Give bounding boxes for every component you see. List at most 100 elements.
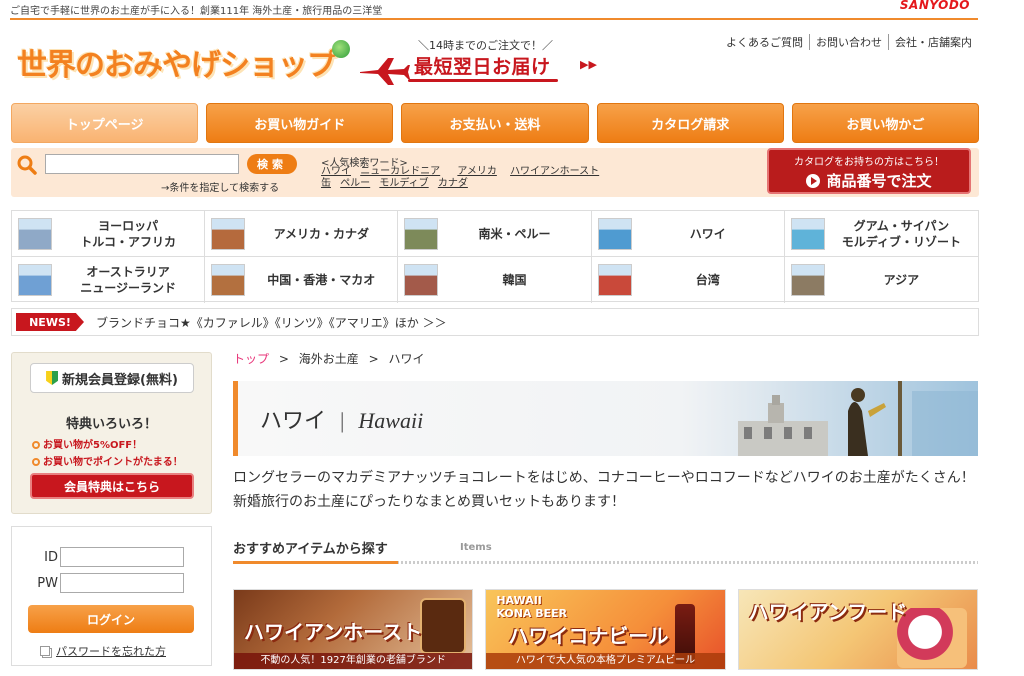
popular-word[interactable]: ハワイ — [321, 166, 351, 177]
password-field[interactable] — [60, 573, 184, 593]
recommended-items: ハワイアンホースト 不動の人気！1927年創業の老舗ブランド HAWAII KO… — [233, 589, 978, 670]
region-thumbnail — [211, 264, 246, 296]
id-label: ID — [44, 549, 58, 565]
main-nav: トップページ お買い物ガイド お支払い・送料 カタログ請求 お買い物かご — [11, 103, 980, 143]
region-label: アジア — [883, 273, 920, 287]
benefit-text: お買い物が5%OFF！ — [43, 440, 143, 451]
promo-headline: 最短翌日お届け — [414, 56, 551, 78]
member-benefits-button[interactable]: 会員特典はこちら — [30, 473, 194, 499]
item-card-hawaiian-host[interactable]: ハワイアンホースト 不動の人気！1927年創業の老舗ブランド — [233, 589, 474, 670]
category-intro-text: ロングセラーのマカデミアナッツチョコレートをはじめ、コナコーヒーやロコフードなど… — [233, 470, 975, 510]
region-link[interactable]: ハワイ — [591, 211, 785, 257]
item-card-brand: HAWAII KONA BEER — [496, 594, 568, 620]
item-card-hawaiian-food[interactable]: ハワイアンフード — [737, 589, 978, 670]
region-thumbnail — [211, 217, 246, 250]
region-label: ハワイ — [689, 226, 726, 241]
pw-label: PW — [37, 575, 58, 591]
hero-title-jp: ハワイ — [260, 408, 327, 433]
nav-tab-catalog[interactable]: カタログ請求 — [596, 103, 784, 143]
pancake-image — [896, 608, 967, 668]
popular-word[interactable]: ニューカレドニア — [360, 166, 440, 177]
region-thumbnail — [790, 264, 825, 296]
breadcrumb-separator: > — [368, 352, 379, 366]
region-link[interactable]: 中国・香港・マカオ — [205, 257, 399, 303]
member-box: 新規会員登録(無料) 特典いろいろ！ お買い物が5%OFF！ お買い物でポイント… — [11, 352, 212, 514]
arrows-icon: ▶▶ — [580, 58, 597, 71]
nav-tab-top[interactable]: トップページ — [11, 103, 199, 143]
search-button[interactable]: 検索 — [247, 154, 297, 174]
catalog-order-subtext: カタログをお持ちの方はこちら！ — [794, 157, 944, 168]
popular-word[interactable]: ハワイアンホースト — [510, 166, 599, 177]
window-icon — [40, 646, 50, 656]
contact-link[interactable]: お問い合わせ — [809, 34, 888, 50]
region-label: オーストラリア ニュージーランド — [80, 265, 176, 295]
faq-link[interactable]: よくあるご質問 — [720, 34, 809, 50]
beginner-mark-icon — [46, 371, 59, 385]
section-title: おすすめアイテムから探す — [233, 542, 388, 557]
item-card-subtitle: 不動の人気！1927年創業の老舗ブランド — [234, 653, 473, 669]
region-link[interactable]: 南米・ペルー — [398, 211, 592, 257]
region-link[interactable]: オーストラリア ニュージーランド — [12, 257, 206, 303]
promo-underline — [408, 79, 558, 82]
top-strip: ご自宅で手軽に世界のお土産が手に入る！創業111年 海外土産・旅行用品の三洋堂 … — [10, 0, 978, 20]
site-logo[interactable]: 世界のおみやげショップ — [17, 40, 350, 84]
item-card-title: ハワイアンホースト — [244, 620, 423, 644]
popular-word[interactable]: ペルー — [340, 178, 370, 189]
popular-word[interactable]: アメリカ — [457, 166, 497, 177]
region-link[interactable]: グアム・サイパン モルディブ・リゾート — [784, 211, 978, 257]
region-label: 南米・ペルー — [478, 226, 551, 241]
register-button[interactable]: 新規会員登録(無料) — [30, 363, 194, 393]
id-field[interactable] — [60, 547, 184, 567]
nav-tab-guide[interactable]: お買い物ガイド — [206, 103, 394, 143]
forgot-password-text: パスワードを忘れた方 — [56, 645, 166, 658]
news-bar[interactable]: NEWS! ブランドチョコ★《カファレル》《リンツ》《アマリエ》ほか ＞＞ — [11, 308, 979, 336]
popular-word[interactable]: モルディブ — [379, 178, 428, 189]
nav-tab-cart[interactable]: お買い物かご — [791, 103, 980, 143]
id-row: ID — [12, 547, 211, 567]
advanced-search-link[interactable]: →条件を指定して検索する — [161, 179, 279, 194]
item-card-title: ハワイコナビール — [508, 624, 669, 648]
same-day-delivery-banner: ＼14時までのご注文で！／ 最短翌日お届け ▶▶ — [358, 34, 598, 92]
item-card-kona-beer[interactable]: HAWAII KONA BEER ハワイコナビール ハワイで大人気の本格プレミア… — [485, 589, 726, 670]
company-info-link[interactable]: 会社・店舗案内 — [888, 34, 978, 50]
region-thumbnail — [597, 264, 632, 296]
popular-word[interactable]: カナダ — [438, 178, 468, 189]
region-link[interactable]: ヨーロッパ トルコ・アフリカ — [12, 211, 206, 257]
region-thumbnail — [18, 264, 52, 296]
popular-word[interactable]: 缶 — [321, 178, 331, 189]
forgot-password-link[interactable]: パスワードを忘れた方 — [40, 643, 166, 659]
search-icon — [17, 155, 37, 175]
news-text[interactable]: ブランドチョコ★《カファレル》《リンツ》《アマリエ》ほか ＞＞ — [96, 314, 447, 331]
nav-tab-payment[interactable]: お支払い・送料 — [401, 103, 589, 143]
hero-title-separator: | — [340, 408, 345, 433]
breadcrumb-current: ハワイ — [388, 352, 425, 366]
chocolate-box-image — [420, 598, 467, 654]
breadcrumb-overseas-souvenirs[interactable]: 海外お土産 — [299, 352, 359, 366]
catalog-order-button[interactable]: カタログをお持ちの方はこちら！ 商品番号で注文 — [767, 148, 971, 194]
region-thumbnail — [790, 217, 825, 250]
region-link[interactable]: 台湾 — [592, 257, 785, 303]
breadcrumb-home[interactable]: トップ — [233, 352, 269, 366]
benefit-item: お買い物でポイントがたまる！ — [32, 453, 183, 468]
region-thumbnail — [18, 217, 52, 250]
hawaii-statue-photo — [738, 381, 978, 456]
play-icon — [806, 173, 821, 188]
globe-icon — [332, 40, 350, 58]
item-card-subtitle: ハワイで大人気の本格プレミアムビール — [486, 653, 725, 669]
search-input[interactable] — [45, 154, 239, 174]
bullet-icon — [32, 441, 40, 449]
login-button[interactable]: ログイン — [28, 605, 194, 633]
category-hero-banner: ハワイ | Hawaii — [233, 381, 978, 456]
region-link[interactable]: アジア — [785, 257, 978, 303]
region-link[interactable]: 韓国 — [398, 257, 592, 303]
login-box: ID PW ログイン パスワードを忘れた方 — [11, 526, 212, 666]
region-label: グアム・サイパン モルディブ・リゾート — [841, 218, 961, 249]
bullet-icon — [32, 458, 40, 466]
sanyodo-logo[interactable]: SANYODO — [900, 0, 970, 12]
region-link[interactable]: アメリカ・カナダ — [205, 211, 399, 257]
catalog-order-label: 商品番号で注文 — [826, 172, 932, 190]
site-logo-text: 世界のおみやげショップ — [17, 48, 337, 83]
register-label: 新規会員登録(無料) — [62, 372, 178, 388]
benefits-title: 特典いろいろ！ — [65, 417, 157, 432]
promo-subtext: ＼14時までのご注文で！／ — [418, 39, 553, 52]
